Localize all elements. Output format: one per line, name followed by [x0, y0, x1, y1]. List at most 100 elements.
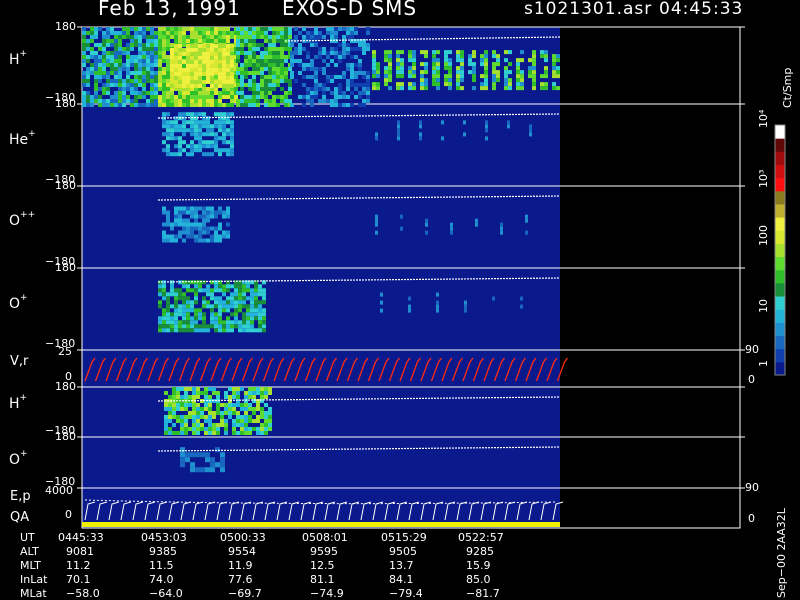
- spectrogram-cell: [208, 431, 212, 435]
- spectrogram-cell: [182, 210, 186, 215]
- spectrogram-cell: [268, 103, 272, 107]
- spectrogram-cell: [102, 63, 106, 67]
- spectrogram-cell: [202, 230, 206, 235]
- spectrogram-cell: [202, 316, 206, 321]
- spectrogram-cell: [330, 103, 334, 107]
- spectrogram-cell: [420, 50, 424, 55]
- spectrogram-cell: [174, 312, 178, 317]
- spectrogram-cell: [248, 403, 252, 407]
- spectrogram-cell: [260, 427, 264, 431]
- spectrogram-cell: [362, 47, 366, 51]
- spectrogram-cell: [375, 214, 378, 219]
- spectrogram-cell: [460, 74, 464, 79]
- spectrogram-cell: [210, 132, 214, 137]
- spectrogram-cell: [180, 431, 184, 435]
- spectrogram-cell: [322, 51, 326, 55]
- spectrogram-cell: [186, 324, 190, 329]
- spectrogram-cell: [174, 128, 178, 133]
- spectrogram-cell: [170, 47, 174, 52]
- spectrogram-cell: [150, 87, 154, 91]
- species-charge: +: [19, 49, 28, 59]
- spectrogram-cell: [210, 214, 214, 219]
- spectrogram-cell: [532, 74, 536, 79]
- spectrogram-cell: [226, 152, 230, 157]
- spectrogram-cell: [280, 63, 284, 67]
- spectrogram-cell: [354, 87, 358, 91]
- spectrogram-cell: [178, 91, 182, 95]
- spectrogram-cell: [212, 423, 216, 427]
- table-cell: −74.9: [310, 587, 344, 600]
- spectrogram-cell: [258, 300, 262, 305]
- spectrogram-cell: [102, 47, 106, 51]
- spectrogram-cell: [206, 324, 210, 329]
- spectrogram-cell: [330, 99, 334, 103]
- spectrogram-cell: [230, 55, 234, 60]
- spectrogram-cell: [94, 59, 98, 63]
- spectrogram-cell: [86, 99, 90, 103]
- spectrogram-cell: [284, 27, 288, 31]
- spectrogram-cell: [408, 86, 412, 91]
- spectrogram-cell: [174, 75, 178, 80]
- spectrogram-cell: [248, 395, 252, 399]
- vr-ymax: 25: [58, 345, 72, 358]
- spectrogram-cell: [174, 51, 178, 56]
- spectrogram-cell: [342, 51, 346, 55]
- spectrogram-cell: [334, 95, 338, 99]
- spectrogram-cell: [122, 63, 126, 67]
- spectrogram-cell: [150, 71, 154, 75]
- spectrogram-cell: [212, 391, 216, 395]
- spectrogram-cell: [218, 308, 222, 313]
- spectrogram-cell: [330, 27, 334, 31]
- spectrogram-cell: [218, 59, 222, 64]
- spectrogram-cell: [122, 51, 126, 55]
- spectrogram-cell: [240, 415, 244, 419]
- spectrogram-cell: [222, 55, 226, 60]
- spectrogram-cell: [182, 71, 186, 76]
- spectrogram-cell: [182, 320, 186, 325]
- spectrogram-cell: [162, 234, 166, 239]
- spectrogram-cell: [222, 35, 226, 39]
- spectrogram-cell: [460, 58, 464, 63]
- spectrogram-cell: [110, 67, 114, 71]
- spectrogram-cell: [222, 31, 226, 35]
- spectrogram-cell: [202, 79, 206, 84]
- spectrogram-cell: [262, 292, 266, 297]
- spectrogram-cell: [248, 39, 252, 43]
- spectrogram-cell: [436, 58, 440, 63]
- spectrogram-cell: [520, 50, 524, 55]
- spectrogram-cell: [190, 112, 194, 117]
- spectrogram-cell: [122, 91, 126, 95]
- spectrogram-cell: [246, 328, 250, 333]
- spectrogram-cell: [194, 288, 198, 293]
- spectrogram-cell: [218, 320, 222, 325]
- colorbar-segment: [775, 282, 785, 297]
- table-cell: 9505: [389, 545, 417, 558]
- spectrogram-cell: [342, 55, 346, 59]
- spectrogram-cell: [182, 51, 186, 56]
- spectrogram-cell: [102, 39, 106, 43]
- spectrogram-cell: [206, 206, 210, 211]
- spectrogram-cell: [456, 82, 460, 87]
- spectrogram-cell: [182, 230, 186, 235]
- table-cell: 11.5: [149, 559, 174, 572]
- spectrogram-cell: [226, 234, 230, 239]
- table-cell: 0500:33: [220, 531, 266, 544]
- spectrogram-cell: [182, 132, 186, 137]
- spectrogram-cell: [252, 63, 256, 67]
- spectrogram-cell: [242, 320, 246, 325]
- spectrogram-cell: [218, 284, 222, 289]
- spectrogram-cell: [142, 95, 146, 99]
- spectrogram-cell: [186, 230, 190, 235]
- spectrogram-cell: [210, 39, 214, 43]
- spectrogram-cell: [210, 238, 214, 243]
- spectrogram-cell: [184, 387, 188, 391]
- spectrogram-cell: [166, 238, 170, 243]
- spectrogram-cell: [322, 83, 326, 87]
- species-name: He: [9, 132, 29, 148]
- spectrogram-cell: [260, 35, 264, 39]
- spectrogram-cell: [86, 91, 90, 95]
- spectrogram-cell: [86, 75, 90, 79]
- spectrogram-cell: [162, 35, 166, 39]
- spectrogram-cell: [178, 324, 182, 329]
- spectrogram-cell: [202, 144, 206, 149]
